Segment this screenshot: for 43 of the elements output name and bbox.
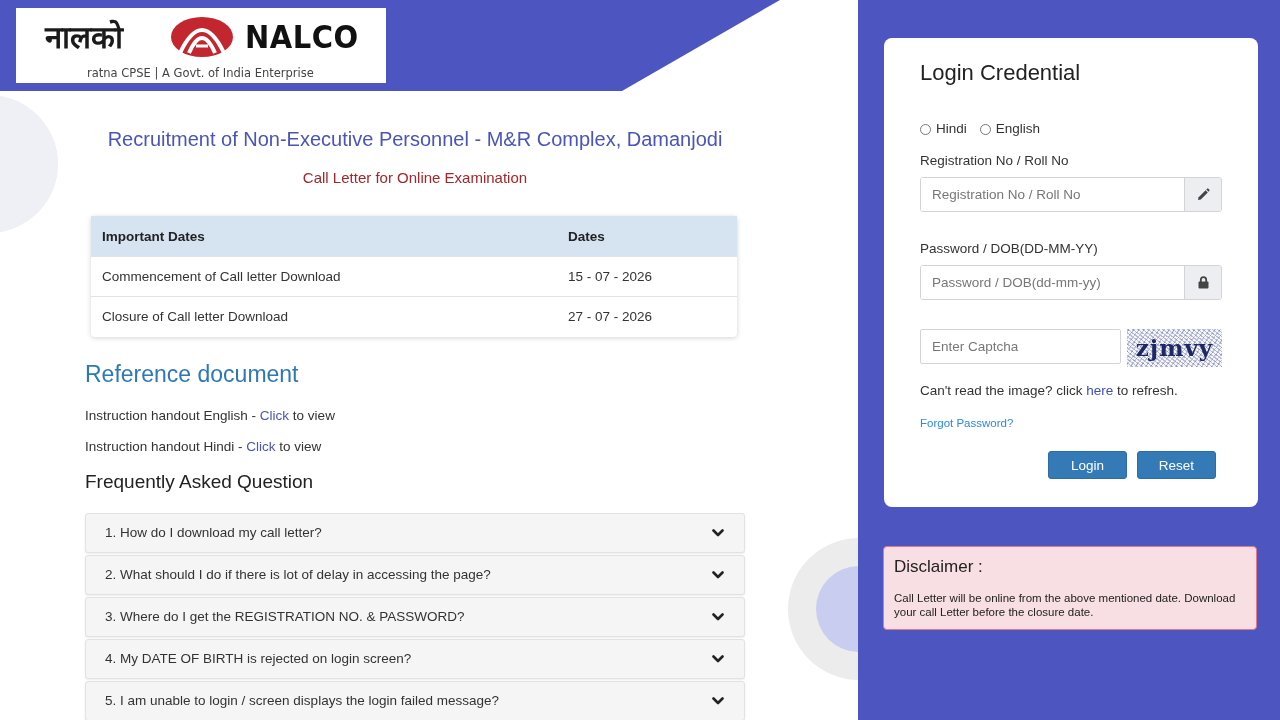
table-cell: 27 - 07 - 2026 [557, 296, 737, 337]
login-button[interactable]: Login [1048, 451, 1127, 479]
refresh-link[interactable]: here [1086, 383, 1114, 398]
table-cell: Closure of Call letter Download [91, 296, 557, 337]
handout-link[interactable]: Click [259, 407, 290, 423]
logo-hindi-text: नालको [45, 18, 125, 57]
refresh-hint: Can't read the image? click here to refresh. [920, 383, 1178, 399]
table-cell: 15 - 07 - 2026 [557, 256, 737, 297]
field-label: Password / DOB(DD-MM-YY) [920, 241, 1098, 257]
arch-emblem-icon [171, 17, 233, 57]
radio-button[interactable] [979, 123, 991, 135]
section-heading: Reference document [85, 359, 299, 388]
radio-button[interactable] [920, 123, 931, 135]
input-field[interactable]: Password / DOB(dd-mm-yy) [920, 265, 1222, 300]
login-title: Login Credential [920, 60, 1081, 86]
radio-label: English [995, 121, 1041, 137]
reset-button[interactable]: Reset [1137, 451, 1216, 479]
disclaimer-title: Disclaimer : [894, 556, 983, 578]
handout-line: Instruction handout English - Click to view [85, 406, 335, 425]
lock-icon [1184, 266, 1221, 299]
handout-line: Instruction handout Hindi - Click to view [85, 437, 322, 456]
pencil-icon [1184, 178, 1221, 211]
faq-item[interactable]: 1. How do I download my call letter? [85, 512, 745, 553]
page-title: Recruitment of Non-Executive Personnel - M&R Complex, Damanjodi [107, 127, 723, 151]
page-subtitle: Call Letter for Online Examination [302, 169, 528, 187]
table-header-cell: Important Dates [91, 216, 557, 257]
captcha-image: zjmvy [1127, 329, 1222, 367]
field-label: Registration No / Roll No [920, 153, 1069, 169]
forgot-password-link[interactable]: Forgot Password? [920, 416, 1014, 430]
faq-item[interactable]: 2. What should I do if there is lot of delay in accessing the page? [85, 554, 745, 595]
table-cell: Commencement of Call letter Download [91, 256, 557, 297]
faq-item[interactable]: 4. My DATE OF BIRTH is rejected on login screen? [85, 638, 745, 679]
captcha-field[interactable]: Enter Captcha [920, 329, 1121, 364]
table-header-cell: Dates [557, 216, 737, 257]
logo-text: NALCO [245, 18, 359, 56]
faq-item[interactable]: 3. Where do I get the REGISTRATION NO. & PASSWORD? [85, 596, 745, 637]
input-field[interactable]: Registration No / Roll No [920, 177, 1222, 212]
faq-item[interactable]: 5. I am unable to login / screen displays the login failed message? [85, 680, 745, 720]
logo-tagline: ratna CPSE | A Govt. of India Enterprise [87, 66, 314, 80]
section-heading: Frequently Asked Question [85, 469, 314, 494]
disclaimer-text: Call Letter will be online from the above mentioned date. Download your call Letter before the closure date. [894, 591, 1237, 619]
radio-label: Hindi [936, 121, 967, 137]
handout-link[interactable]: Click [246, 438, 276, 454]
